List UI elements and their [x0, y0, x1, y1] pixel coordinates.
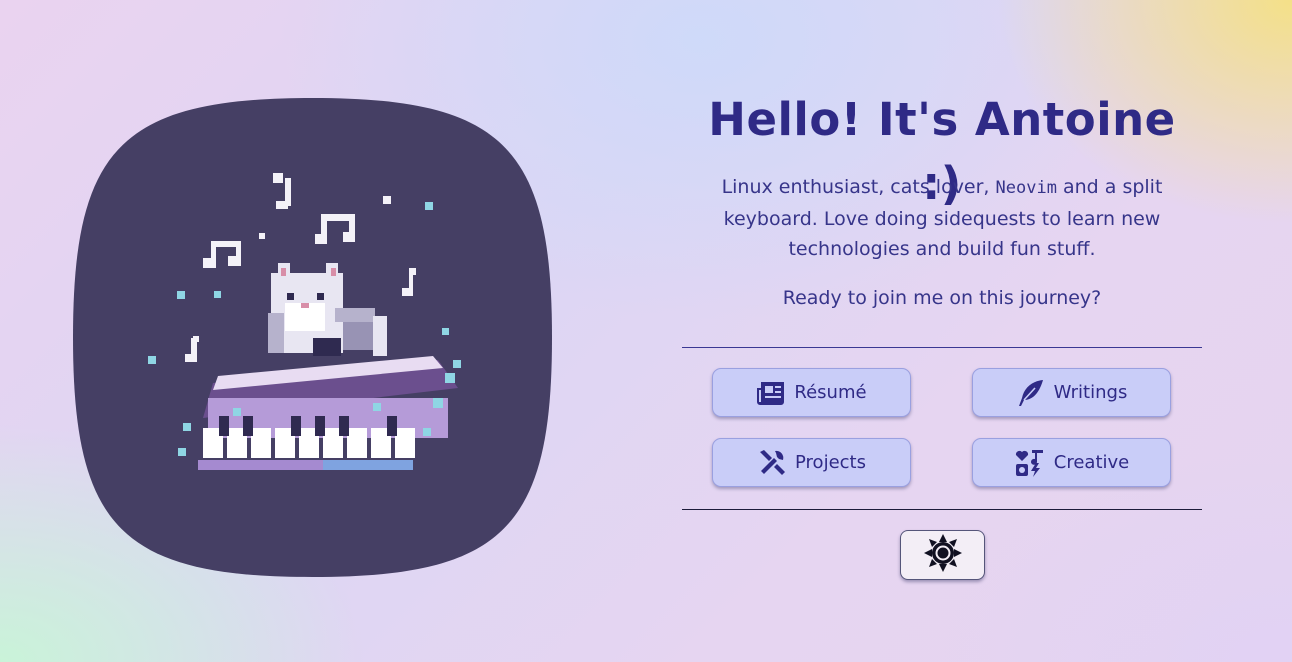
resume-button-label: Résumé — [794, 382, 867, 403]
intro-panel: Hello! It's Antoine :) Linux enthusiast,… — [682, 88, 1202, 580]
sun-icon — [923, 533, 963, 577]
divider-bottom — [682, 509, 1202, 510]
newspaper-icon — [756, 380, 786, 406]
page-title: Hello! It's Antoine :) — [708, 93, 1176, 210]
avatar — [73, 98, 552, 577]
creative-button[interactable]: Creative — [972, 438, 1171, 487]
projects-button-label: Projects — [795, 452, 866, 473]
writings-button-label: Writings — [1053, 382, 1128, 403]
creative-button-label: Creative — [1053, 452, 1130, 473]
bio-text-start: Linux enthusiast, cats lover, — [721, 176, 996, 198]
resume-button[interactable]: Résumé — [712, 368, 911, 417]
divider-top — [682, 347, 1202, 348]
theme-toggle-button[interactable] — [900, 530, 985, 580]
writings-button[interactable]: Writings — [972, 368, 1171, 417]
feather-icon — [1016, 378, 1046, 408]
projects-button[interactable]: Projects — [712, 438, 911, 487]
shapes-icon — [1014, 448, 1046, 478]
call-to-action: Ready to join me on this journey? — [782, 286, 1102, 309]
tools-icon — [757, 448, 787, 478]
bio-code-neovim: Neovim — [995, 178, 1057, 198]
bio-text: Linux enthusiast, cats lover, Neovim and… — [694, 172, 1190, 265]
